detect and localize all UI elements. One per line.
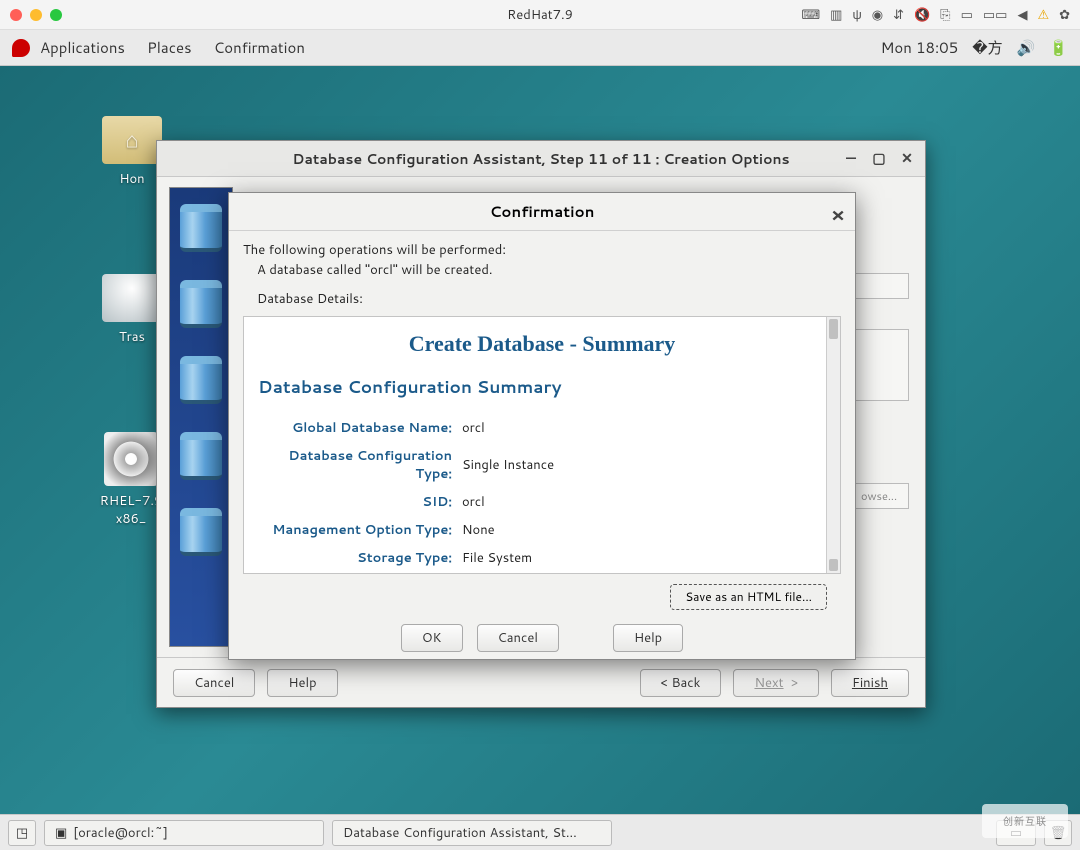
redhat-logo-icon[interactable]: [12, 39, 30, 57]
summary-key: Database Configuration Type:: [260, 443, 460, 487]
warning-icon[interactable]: ⚠: [1037, 6, 1049, 24]
summary-row: Database Configuration Type:Single Insta…: [260, 443, 824, 487]
host-titlebar: RedHat7.9 ⌨ ▥ ψ ◉ ⇵ 🔇 ⎘ ▭ ▭▭ ◀ ⚠ ✿: [0, 0, 1080, 30]
scroll-thumb[interactable]: [829, 559, 838, 571]
close-icon[interactable]: ✕: [895, 146, 919, 170]
wizard-titlebar[interactable]: Database Configuration Assistant, Step 1…: [157, 141, 925, 177]
summary-row: Storage Type:File System: [260, 545, 824, 571]
display-icon[interactable]: ▭: [961, 6, 973, 24]
database-barrel-icon: [180, 280, 222, 328]
battery-tray-icon[interactable]: 🔋: [1049, 37, 1068, 58]
help-button[interactable]: Help: [613, 624, 683, 652]
folder-icon: [102, 116, 162, 164]
gear-icon[interactable]: ✿: [1059, 6, 1070, 24]
summary-key: Storage Type:: [260, 545, 460, 571]
chip-icon[interactable]: ▥: [830, 6, 842, 24]
minimize-icon[interactable]: —: [839, 146, 863, 170]
disc-icon: [104, 432, 158, 486]
keyboard-icon[interactable]: ⌨: [801, 6, 820, 24]
wizard-finish-button[interactable]: Finish: [831, 669, 909, 697]
summary-row: Global Database Name:orcl: [260, 415, 824, 441]
minimize-host-icon[interactable]: [30, 9, 42, 21]
summary-key: SID:: [260, 489, 460, 515]
terminal-icon: ▣: [55, 824, 67, 842]
menu-places[interactable]: Places: [147, 37, 192, 58]
wizard-help-button[interactable]: Help: [267, 669, 337, 697]
ok-button[interactable]: OK: [401, 624, 463, 652]
clock-label[interactable]: Mon 18:05: [881, 37, 959, 58]
summary-value: orcl: [462, 489, 824, 515]
summary-row: SID:orcl: [260, 489, 824, 515]
wizard-footer: Cancel Help <Back Next > Finish: [157, 657, 925, 707]
workspace-switcher-icon[interactable]: ◳: [8, 820, 36, 846]
taskbar-item-terminal[interactable]: ▣ [oracle@orcl:~]: [44, 820, 324, 846]
close-host-icon[interactable]: [10, 9, 22, 21]
network-tray-icon[interactable]: �方: [972, 37, 1002, 58]
sound-icon[interactable]: 🔇: [914, 6, 930, 24]
database-barrel-icon: [180, 204, 222, 252]
trash-icon: [102, 274, 162, 322]
scroll-thumb[interactable]: [829, 319, 838, 339]
summary-value: Automatic Shared Memory Management: [462, 573, 824, 574]
summary-key: Management Option Type:: [260, 517, 460, 543]
wizard-banner: [169, 187, 233, 647]
database-barrel-icon: [180, 432, 222, 480]
dialog-text: A database called "orcl" will be created…: [243, 261, 841, 281]
summary-title: Create Database - Summary: [258, 331, 826, 357]
summary-row: Management Option Type:None: [260, 517, 824, 543]
summary-value: Single Instance: [462, 443, 824, 487]
confirmation-dialog: Confirmation × The following operations …: [228, 192, 856, 660]
browse-button-ghost: owse...: [849, 483, 909, 509]
chevron-right-icon: >: [788, 674, 798, 692]
dialog-titlebar[interactable]: Confirmation ×: [229, 193, 855, 231]
back-icon[interactable]: ◀: [1017, 6, 1027, 24]
menu-applications[interactable]: Applications: [40, 37, 125, 58]
menu-app-current[interactable]: Confirmation: [214, 37, 305, 58]
save-as-html-button[interactable]: Save as an HTML file...: [670, 584, 827, 610]
gnome-taskbar: ◳ ▣ [oracle@orcl:~] Database Configurati…: [0, 814, 1080, 850]
summary-panel: Create Database - Summary Database Confi…: [243, 316, 841, 574]
summary-key: Memory Configuration Type:: [260, 573, 460, 574]
summary-row: Memory Configuration Type:Automatic Shar…: [260, 573, 824, 574]
dialog-title: Confirmation: [490, 201, 595, 222]
obscured-field: [849, 329, 909, 401]
chevron-left-icon: <: [661, 674, 668, 692]
network-icon[interactable]: ⇵: [893, 6, 904, 24]
displays-icon[interactable]: ▭▭: [983, 6, 1008, 24]
taskbar-item-label: [oracle@orcl:~]: [73, 824, 168, 842]
wizard-cancel-button[interactable]: Cancel: [173, 669, 255, 697]
wizard-next-button: Next >: [733, 669, 818, 697]
database-barrel-icon: [180, 508, 222, 556]
record-icon[interactable]: ◉: [872, 6, 883, 24]
summary-value: File System: [462, 545, 824, 571]
zoom-host-icon[interactable]: [50, 9, 62, 21]
scrollbar[interactable]: [826, 317, 840, 573]
taskbar-item-label: Database Configuration Assistant, St...: [343, 824, 577, 842]
database-barrel-icon: [180, 356, 222, 404]
summary-subtitle: Database Configuration Summary: [258, 375, 826, 399]
details-label: Database Details:: [243, 290, 841, 310]
maximize-icon[interactable]: ▢: [867, 146, 891, 170]
obscured-field: [849, 273, 909, 299]
gnome-top-bar: Applications Places Confirmation Mon 18:…: [0, 30, 1080, 66]
wizard-title: Database Configuration Assistant, Step 1…: [292, 149, 789, 169]
host-title: RedHat7.9: [507, 6, 573, 24]
summary-key: Global Database Name:: [260, 415, 460, 441]
dialog-text: The following operations will be perform…: [243, 241, 841, 261]
wizard-back-button[interactable]: <Back: [640, 669, 722, 697]
volume-tray-icon[interactable]: 🔊: [1017, 37, 1036, 58]
taskbar-item-dbca[interactable]: Database Configuration Assistant, St...: [332, 820, 612, 846]
clipboard-icon[interactable]: ⎘: [940, 6, 950, 24]
usb-icon[interactable]: ψ: [852, 6, 861, 24]
summary-value: None: [462, 517, 824, 543]
close-icon[interactable]: ×: [831, 201, 845, 229]
host-status-icons: ⌨ ▥ ψ ◉ ⇵ 🔇 ⎘ ▭ ▭▭ ◀ ⚠ ✿: [801, 6, 1070, 24]
watermark: 创新互联: [982, 804, 1068, 838]
traffic-lights: [10, 9, 62, 21]
summary-value: orcl: [462, 415, 824, 441]
cancel-button[interactable]: Cancel: [477, 624, 559, 652]
summary-table: Global Database Name:orclDatabase Config…: [258, 413, 826, 574]
